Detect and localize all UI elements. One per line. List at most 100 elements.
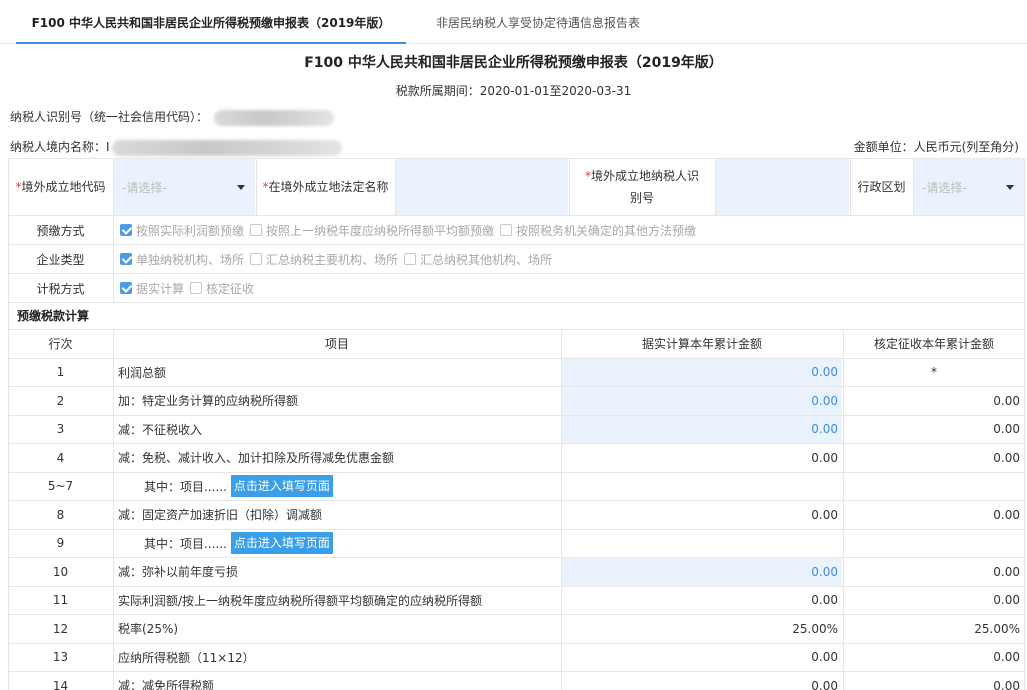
item-label: 利润总额	[113, 358, 560, 386]
region-label: 行政区划	[857, 180, 906, 194]
item-cell: 其中：项目...... 点击进入填写页面	[113, 529, 560, 557]
line-no: 4	[56, 450, 65, 465]
enterprise-type-options: 单独纳税机构、场所 汇总纳税主要机构、场所 汇总纳税其他机构、场所	[113, 245, 558, 273]
line-no: 8	[56, 507, 65, 522]
assessed-amount: 0.00	[843, 672, 1024, 690]
table-row: 12 税率(25%) 25.00% 25.00%	[8, 615, 1025, 644]
actual-amount-input[interactable]: 0.00	[561, 415, 842, 443]
checkbox-icon	[190, 282, 203, 294]
origin-code-label: 境外成立地代码	[21, 180, 106, 194]
fill-page-button[interactable]: 点击进入填写页面	[230, 532, 333, 555]
calc-option-assessed[interactable]: 核定征收	[190, 280, 254, 297]
table-row: 8 减：固定资产加速折旧（扣除）调减额 0.00 0.00	[8, 501, 1025, 530]
item-label: 减：弥补以前年度亏损	[113, 558, 560, 586]
fill-page-button[interactable]: 点击进入填写页面	[230, 475, 333, 498]
assessed-amount: *	[843, 358, 1024, 386]
prepay-method-label: 预缴方式	[36, 223, 85, 238]
foreign-tax-id-input[interactable]	[715, 159, 849, 215]
item-label: 减：免税、减计收入、加计扣除及所得减免优惠金额	[113, 444, 560, 472]
tab-f100-form[interactable]: F100 中华人民共和国非居民企业所得税预缴申报表（2019年版）	[16, 0, 406, 44]
prepay-method-row: 预缴方式 按照实际利润额预缴 按照上一纳税年度应纳税所得额平均额预缴 按照税务机…	[8, 216, 1025, 245]
checkbox-checked-icon	[120, 282, 132, 294]
assessed-amount	[843, 529, 1024, 557]
prepay-option-other-method[interactable]: 按照税务机关确定的其他方法预缴	[500, 222, 696, 239]
calc-method-options: 据实计算 核定征收	[113, 274, 260, 302]
item-label: 减：减免所得税额	[113, 672, 560, 690]
checkbox-icon	[404, 253, 417, 265]
actual-amount: 0.00	[561, 643, 842, 671]
table-row: 3 减：不征税收入 0.00 0.00	[8, 415, 1025, 444]
actual-amount-input[interactable]: 0.00	[561, 558, 842, 586]
region-label-cell: 行政区划	[850, 159, 912, 215]
tab-treaty-report[interactable]: 非居民纳税人享受协定待遇信息报告表	[436, 0, 640, 44]
actual-amount	[561, 472, 842, 500]
item-label: 减：固定资产加速折旧（扣除）调减额	[113, 501, 560, 529]
item-label: 加：特定业务计算的应纳税所得额	[113, 387, 560, 415]
actual-amount: 0.00	[561, 586, 842, 614]
prepay-method-options: 按照实际利润额预缴 按照上一纳税年度应纳税所得额平均额预缴 按照税务机关确定的其…	[113, 216, 702, 244]
option-label: 按照税务机关确定的其他方法预缴	[516, 223, 697, 238]
item-cell: 其中：项目...... 点击进入填写页面	[113, 472, 560, 500]
line-no: 14	[52, 678, 69, 690]
enterprise-option-other[interactable]: 汇总纳税其他机构、场所	[404, 251, 552, 268]
assessed-amount: 0.00	[843, 558, 1024, 586]
actual-amount-input[interactable]: 0.00	[561, 358, 842, 386]
line-no: 10	[52, 564, 69, 579]
item-label: 应纳所得税额（11×12）	[113, 643, 560, 671]
enterprise-type-row: 企业类型 单独纳税机构、场所 汇总纳税主要机构、场所 汇总纳税其他机构、场所	[8, 245, 1025, 274]
prepay-option-actual-profit[interactable]: 按照实际利润额预缴	[120, 222, 244, 239]
item-label: 实际利润额/按上一纳税年度应纳税所得额平均额确定的应纳税所得额	[113, 586, 560, 614]
assessed-amount: 0.00	[843, 387, 1024, 415]
actual-amount-input[interactable]: 0.00	[561, 387, 842, 415]
line-no: 5~7	[47, 479, 74, 494]
checkbox-icon	[500, 224, 513, 236]
item-label: 其中：项目......	[144, 479, 227, 494]
actual-amount: 0.00	[561, 672, 842, 690]
line-no: 13	[52, 650, 69, 665]
table-row: 11 实际利润额/按上一纳税年度应纳税所得额平均额确定的应纳税所得额 0.00 …	[8, 586, 1025, 615]
checkbox-checked-icon	[120, 253, 132, 265]
form-title: F100 中华人民共和国非居民企业所得税预缴申报表（2019年版）	[304, 55, 723, 71]
section-title: 预缴税款计算	[8, 302, 1025, 330]
table-row: 4 减：免税、减计收入、加计扣除及所得减免优惠金额 0.00 0.00	[8, 444, 1025, 473]
calc-method-row: 计税方式 据实计算 核定征收	[8, 274, 1025, 303]
item-label: 税率(25%)	[113, 615, 560, 643]
item-label: 减：不征税收入	[113, 415, 560, 443]
chevron-down-icon	[237, 185, 245, 190]
checkbox-icon	[250, 224, 263, 236]
calc-option-actual[interactable]: 据实计算	[120, 280, 184, 297]
tax-period: 税款所属期间：2020-01-01至2020-03-31	[395, 84, 632, 98]
actual-amount: 25.00%	[561, 615, 842, 643]
line-no: 1	[56, 365, 65, 380]
assessed-amount: 0.00	[843, 415, 1024, 443]
assessed-amount	[843, 472, 1024, 500]
redacted-taxpayer-name	[111, 139, 342, 156]
region-select[interactable]: -请选择-	[913, 159, 1024, 215]
checkbox-icon	[250, 253, 263, 265]
enterprise-option-single[interactable]: 单独纳税机构、场所	[120, 251, 244, 268]
prepay-option-last-year-average[interactable]: 按照上一纳税年度应纳税所得额平均额预缴	[250, 222, 494, 239]
assessed-amount: 0.00	[843, 643, 1024, 671]
assessed-amount: 0.00	[843, 444, 1024, 472]
table-row: 2 加：特定业务计算的应纳税所得额 0.00 0.00	[8, 387, 1025, 416]
taxpayer-id-row: 纳税人识别号（统一社会信用代码）：	[10, 108, 335, 126]
taxpayer-name-row: 纳税人境内名称：I	[10, 138, 342, 156]
chevron-down-icon	[1006, 185, 1014, 190]
calc-method-label: 计税方式	[36, 281, 85, 296]
line-no: 3	[56, 422, 65, 437]
option-label: 按照实际利润额预缴	[136, 223, 245, 238]
col-header-assessed-amount: 核定征收本年累计金额	[843, 330, 1024, 358]
origin-code-select[interactable]: -请选择-	[113, 159, 255, 215]
foreign-tax-id-label: 境外成立地纳税人识别号	[590, 169, 699, 205]
line-no: 12	[52, 621, 69, 636]
line-no: 9	[56, 536, 65, 551]
legal-name-input[interactable]	[395, 159, 568, 215]
legal-name-label-cell: * 在境外成立地法定名称	[256, 159, 394, 215]
enterprise-option-main[interactable]: 汇总纳税主要机构、场所	[250, 251, 398, 268]
table-header: 行次 项目 据实计算本年累计金额 核定征收本年累计金额	[8, 330, 1025, 359]
enterprise-type-label: 企业类型	[36, 252, 85, 267]
legal-name-label: 在境外成立地法定名称	[268, 180, 389, 194]
actual-amount: 0.00	[561, 501, 842, 529]
taxpayer-name-label: 纳税人境内名称：	[10, 140, 107, 154]
col-header-line-no: 行次	[48, 337, 73, 352]
